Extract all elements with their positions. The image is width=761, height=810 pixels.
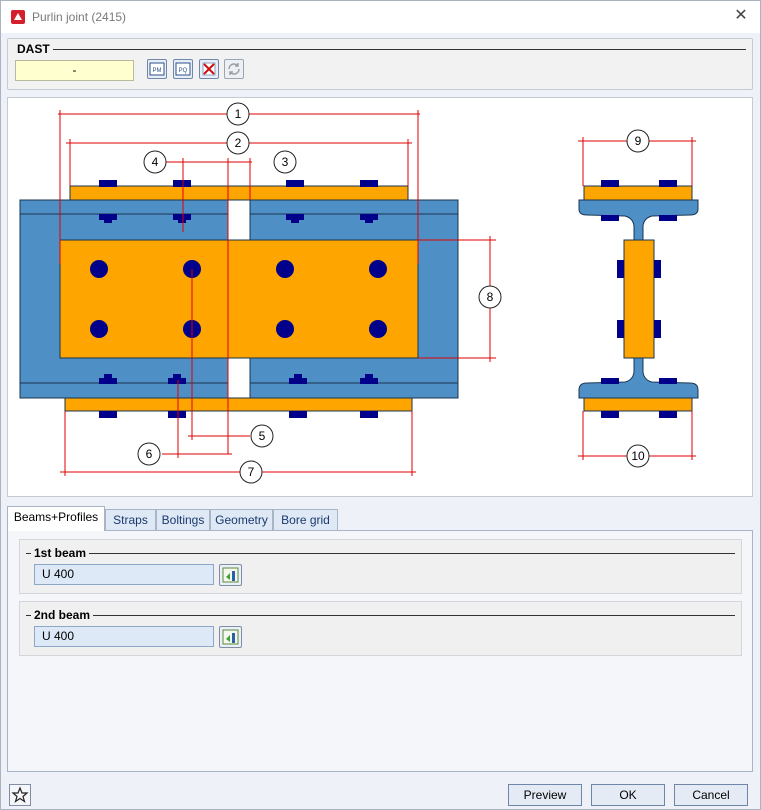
svg-text:6: 6	[146, 447, 153, 461]
svg-text:7: 7	[248, 465, 255, 479]
beam-cross-section	[578, 180, 699, 418]
pm-button[interactable]: PM	[147, 59, 167, 79]
beam-2-profile-field[interactable]: U 400	[34, 626, 214, 647]
tab-bore-grid[interactable]: Bore grid	[273, 509, 338, 530]
preview-panel: 1 2 3 4 5 6 7 8 9 10	[7, 97, 753, 497]
dast-group: DAST - PM PQ	[7, 38, 753, 90]
tab-geometry[interactable]: Geometry	[210, 509, 273, 530]
delete-icon	[202, 62, 216, 76]
pq-icon: PQ	[175, 62, 191, 76]
dast-field[interactable]: -	[15, 60, 134, 81]
dim-label-1: 1	[226, 102, 250, 126]
svg-text:3: 3	[282, 155, 289, 169]
delete-button[interactable]	[199, 59, 219, 79]
star-icon	[11, 786, 29, 803]
group-divider	[26, 615, 735, 616]
window-title: Purlin joint (2415)	[32, 10, 127, 24]
favorites-button[interactable]	[9, 784, 31, 806]
preview-button[interactable]: Preview	[508, 784, 582, 806]
ok-button[interactable]: OK	[591, 784, 665, 806]
beam-1-title: 1st beam	[31, 546, 90, 560]
dim-label-8: 8	[478, 285, 502, 309]
beam-2-title: 2nd beam	[31, 608, 94, 622]
beam-1-profile-button[interactable]	[219, 564, 242, 586]
beam-1-group: 1st beam U 400	[19, 539, 742, 594]
svg-text:4: 4	[152, 155, 159, 169]
cancel-button[interactable]: Cancel	[674, 784, 748, 806]
title-bar: Purlin joint (2415) ✕	[1, 1, 760, 33]
dim-label-9: 9	[626, 129, 650, 153]
beam-2-group: 2nd beam U 400	[19, 601, 742, 656]
dim-label-7: 7	[239, 460, 263, 484]
dim-label-6: 6	[137, 442, 161, 466]
dim-label-4: 4	[143, 150, 167, 174]
app-icon	[11, 10, 25, 24]
beam-1-profile-field[interactable]: U 400	[34, 564, 214, 585]
svg-text:9: 9	[635, 134, 642, 148]
svg-text:2: 2	[235, 136, 242, 150]
tab-panel-beams-profiles: 1st beam U 400 2nd beam U 400	[7, 530, 753, 772]
top-strap	[69, 185, 409, 201]
svg-text:8: 8	[487, 290, 494, 304]
refresh-icon	[228, 63, 240, 75]
joint-drawing: 1 2 3 4 5 6 7 8 9 10	[19, 102, 699, 484]
refresh-button[interactable]	[224, 59, 244, 79]
web-strap	[59, 239, 419, 359]
dim-label-3: 3	[273, 150, 297, 174]
tab-beams-profiles[interactable]: Beams+Profiles	[7, 506, 105, 531]
svg-text:5: 5	[259, 429, 266, 443]
dim-label-10: 10	[626, 444, 650, 468]
svg-text:10: 10	[631, 449, 645, 463]
bottom-strap	[64, 397, 413, 412]
pm-icon: PM	[149, 62, 165, 76]
svg-text:PM: PM	[153, 68, 162, 74]
pq-button[interactable]: PQ	[173, 59, 193, 79]
close-icon[interactable]: ✕	[732, 7, 750, 25]
svg-text:PQ: PQ	[179, 68, 188, 74]
profile-select-icon	[222, 567, 239, 583]
tab-straps[interactable]: Straps	[105, 509, 156, 530]
dialog-window: Purlin joint (2415) ✕ DAST - PM PQ 1 2 3…	[0, 0, 761, 810]
dim-label-2: 2	[226, 131, 250, 155]
svg-text:1: 1	[235, 107, 242, 121]
profile-select-icon	[222, 629, 239, 645]
group-divider	[14, 49, 746, 50]
tab-boltings[interactable]: Boltings	[156, 509, 210, 530]
beam-2-profile-button[interactable]	[219, 626, 242, 648]
dim-label-5: 5	[250, 424, 274, 448]
group-divider	[26, 553, 735, 554]
dast-title: DAST	[14, 42, 53, 56]
